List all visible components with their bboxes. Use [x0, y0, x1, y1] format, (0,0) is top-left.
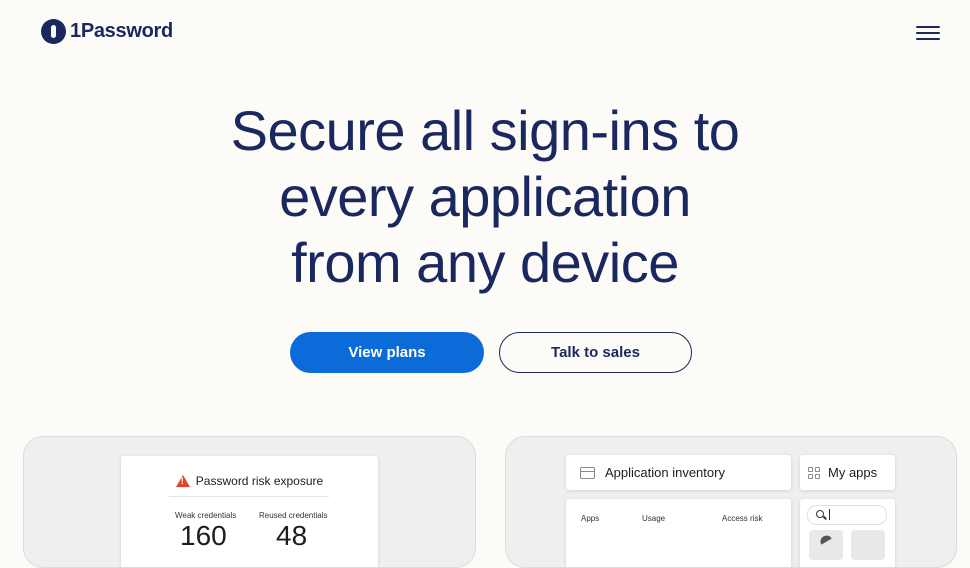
column-header-apps: Apps: [581, 514, 600, 523]
column-header-access-risk: Access risk: [722, 514, 763, 523]
reused-credentials-value: 48: [276, 520, 308, 551]
headline-line-1: Secure all sign-ins to: [230, 99, 740, 162]
risk-preview-panel: Password risk exposure Weak credentials …: [23, 436, 476, 568]
grid-icon: [808, 466, 820, 479]
warning-icon: [175, 475, 190, 487]
risk-card-header: Password risk exposure: [121, 474, 378, 488]
hero-section: Secure all sign-ins to every application…: [0, 98, 970, 296]
inventory-table: Apps Usage Access risk: [566, 499, 791, 567]
headline-line-3: from any device: [291, 231, 679, 294]
application-inventory-card: Application inventory: [566, 455, 791, 490]
app-search-input: [807, 505, 887, 525]
talk-to-sales-button[interactable]: Talk to sales: [499, 332, 692, 373]
hamburger-menu-icon[interactable]: [916, 24, 940, 40]
divider: [169, 496, 329, 497]
my-apps-list: [800, 499, 895, 567]
password-risk-card: Password risk exposure Weak credentials …: [121, 456, 378, 567]
risk-card-title: Password risk exposure: [195, 474, 324, 488]
app-tile: [851, 530, 885, 560]
weak-credentials-value: 160: [180, 520, 227, 551]
search-icon: [816, 510, 824, 518]
headline-line-2: every application: [279, 165, 691, 228]
brand-logo[interactable]: 1Password: [41, 19, 173, 44]
text-cursor: [829, 509, 830, 520]
my-apps-title: My apps: [828, 465, 878, 480]
weak-credentials-label: Weak credentials: [175, 511, 237, 520]
reused-credentials-label: Reused credentials: [259, 511, 328, 520]
app-logo-icon: [818, 533, 832, 545]
view-plans-button[interactable]: View plans: [290, 332, 484, 373]
inventory-title: Application inventory: [605, 465, 725, 480]
my-apps-card: My apps: [800, 455, 895, 490]
column-header-usage: Usage: [642, 514, 666, 523]
inventory-icon: [580, 466, 595, 479]
brand-name: 1Password: [70, 20, 173, 42]
app-tile: [809, 530, 843, 560]
hero-headline: Secure all sign-ins to every application…: [0, 98, 970, 296]
inventory-preview-panel: Application inventory My apps Apps Usage…: [505, 436, 957, 568]
1password-logo-icon: [41, 19, 66, 44]
